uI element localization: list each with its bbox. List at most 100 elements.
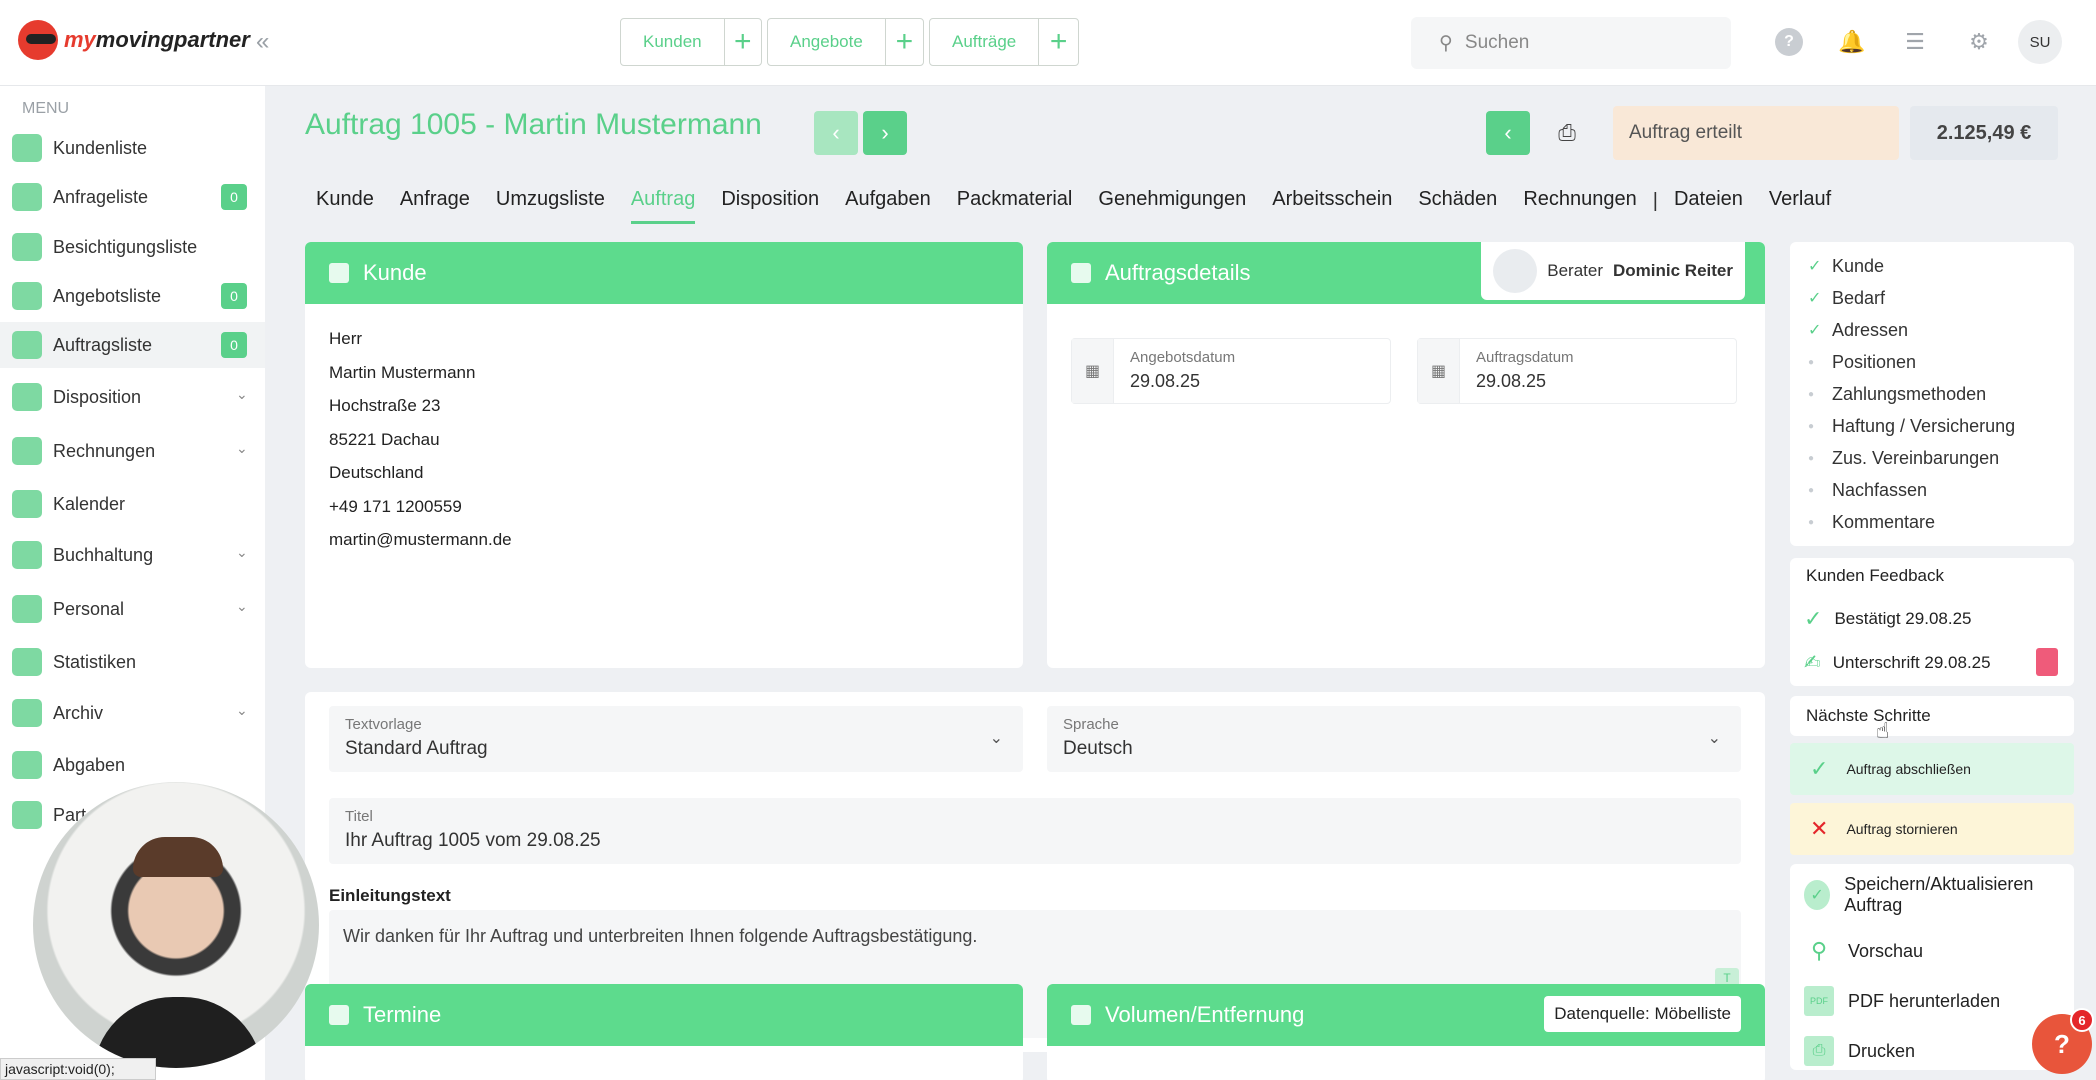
tab-schaeden[interactable]: Schäden bbox=[1418, 188, 1497, 224]
quick-auftraege-link[interactable]: Aufträge bbox=[930, 32, 1038, 52]
phone[interactable]: +49 171 1200559 bbox=[329, 490, 999, 524]
inbox-icon bbox=[12, 183, 42, 211]
tab-divider: | bbox=[1652, 189, 1658, 212]
help-chat-button[interactable]: ? 6 bbox=[2032, 1008, 2094, 1074]
add-auftrag-plus-icon[interactable]: + bbox=[1038, 19, 1078, 65]
logo[interactable]: mymovingpartner bbox=[18, 20, 250, 60]
button-label: Drucken bbox=[1848, 1040, 1916, 1061]
calendar-icon: ▦ bbox=[1418, 339, 1460, 403]
checklist-item[interactable]: ● Kommentare bbox=[1790, 506, 2074, 538]
button-label: Auftrag stornieren bbox=[1846, 821, 1958, 837]
sidebar-item-buchhaltung[interactable]: Buchhaltung ⌄ bbox=[0, 532, 265, 578]
sidebar-item-disposition[interactable]: Disposition ⌄ bbox=[0, 374, 265, 420]
salutation: Herr bbox=[329, 329, 363, 348]
checklist-item[interactable]: ● Zahlungsmethoden bbox=[1790, 378, 2074, 410]
checklist-item[interactable]: ● Nachfassen bbox=[1790, 474, 2074, 506]
tab-packmaterial[interactable]: Packmaterial bbox=[957, 188, 1073, 224]
sidebar-item-kalender[interactable]: Kalender bbox=[0, 481, 265, 527]
sidebar-item-rechnungen[interactable]: Rechnungen ⌄ bbox=[0, 428, 265, 474]
kunde-card-header: Kunde bbox=[305, 242, 1023, 304]
add-angebot-plus-icon[interactable]: + bbox=[884, 19, 923, 65]
sidebar-item-abgaben[interactable]: Abgaben bbox=[0, 742, 265, 788]
sidebar-item-personal[interactable]: Personal ⌄ bbox=[0, 586, 265, 632]
sidebar-item-angebotsliste[interactable]: Angebotsliste 0 bbox=[0, 273, 265, 319]
textvorlage-select[interactable]: Textvorlage Standard Auftrag ⌄ bbox=[329, 706, 1023, 772]
save-update-button[interactable]: ✓ Speichern/Aktualisieren Auftrag bbox=[1804, 874, 2064, 916]
tab-arbeitsschein[interactable]: Arbeitsschein bbox=[1272, 188, 1392, 224]
document-icon bbox=[12, 282, 42, 310]
chevron-down-icon: ⌄ bbox=[236, 440, 248, 456]
logo-mark-icon bbox=[18, 20, 58, 60]
add-kunde-plus-icon[interactable]: + bbox=[723, 19, 761, 65]
titel-input[interactable]: Titel Ihr Auftrag 1005 vom 29.08.25 bbox=[329, 798, 1741, 864]
dot-icon: ● bbox=[1808, 484, 1815, 496]
print-button[interactable]: ⎙ Drucken bbox=[1804, 1036, 1915, 1066]
checklist-item[interactable]: ● Zus. Vereinbarungen bbox=[1790, 442, 2074, 474]
tab-rechnungen[interactable]: Rechnungen bbox=[1523, 188, 1636, 224]
check-icon: ✓ bbox=[1804, 606, 1823, 631]
collapse-sidebar-icon[interactable]: « bbox=[256, 28, 269, 56]
field-value: Ihr Auftrag 1005 vom 29.08.25 bbox=[345, 830, 601, 851]
berater-selector[interactable]: Berater Dominic Reiter bbox=[1481, 242, 1745, 300]
sidebar-item-archiv[interactable]: Archiv ⌄ bbox=[0, 690, 265, 736]
checklist-item[interactable]: ● Positionen bbox=[1790, 346, 2074, 378]
volumen-card: Volumen/Entfernung Datenquelle: Möbellis… bbox=[1047, 984, 1765, 1080]
sidebar-item-besichtigungsliste[interactable]: Besichtigungsliste bbox=[0, 224, 265, 270]
tasks-list-icon[interactable]: ☰ bbox=[1901, 28, 1929, 56]
gear-icon[interactable]: ⚙ bbox=[1965, 28, 1993, 56]
user-avatar[interactable]: SU bbox=[2018, 20, 2062, 64]
bell-icon[interactable]: 🔔 bbox=[1838, 28, 1866, 56]
print-icon[interactable]: ⎙ bbox=[1545, 111, 1589, 155]
feedback-title: Kunden Feedback bbox=[1806, 566, 1944, 585]
notification-count-badge: 6 bbox=[2070, 1008, 2094, 1032]
sidebar-item-anfrageliste[interactable]: Anfrageliste 0 bbox=[0, 174, 265, 220]
search-input[interactable]: ⚲ Suchen bbox=[1411, 17, 1731, 69]
email[interactable]: martin@mustermann.de bbox=[329, 523, 999, 557]
tab-verlauf[interactable]: Verlauf bbox=[1769, 188, 1831, 224]
next-record-button[interactable]: › bbox=[863, 111, 907, 155]
chevron-down-icon: ⌄ bbox=[236, 702, 248, 718]
prev-record-button[interactable]: ‹ bbox=[814, 111, 858, 155]
checklist-panel: ✓ Kunde ✓ Bedarf ✓ Adressen ● Positionen ● Za… bbox=[1790, 242, 2074, 546]
sidebar-item-statistiken[interactable]: Statistiken bbox=[0, 639, 265, 685]
next-steps-title: Nächste Schritte bbox=[1806, 706, 1931, 725]
berater-name: Dominic Reiter bbox=[1613, 261, 1733, 280]
tab-disposition[interactable]: Disposition bbox=[721, 188, 819, 224]
tab-anfrage[interactable]: Anfrage bbox=[400, 188, 470, 224]
checklist-item[interactable]: ✓ Adressen bbox=[1790, 314, 2074, 346]
preview-button[interactable]: ⚲ Vorschau bbox=[1804, 936, 1923, 966]
status-badge[interactable]: Auftrag erteilt bbox=[1613, 106, 1899, 160]
field-label: Auftragsdatum bbox=[1476, 349, 1574, 366]
field-label: Sprache bbox=[1063, 716, 1119, 733]
auftragsdatum-field[interactable]: ▦ Auftragsdatum 29.08.25 bbox=[1417, 338, 1737, 404]
sidebar-item-auftragsliste[interactable]: Auftragsliste 0 bbox=[0, 322, 265, 368]
postal-city: 85221 Dachau bbox=[329, 429, 440, 449]
datenquelle-button[interactable]: Datenquelle: Möbelliste bbox=[1544, 996, 1741, 1032]
sprache-select[interactable]: Sprache Deutsch ⌄ bbox=[1047, 706, 1741, 772]
help-icon[interactable]: ? bbox=[1775, 28, 1803, 56]
quick-kunden-link[interactable]: Kunden bbox=[621, 32, 724, 52]
auftrag-stornieren-button[interactable]: ✕ Auftrag stornieren bbox=[1790, 803, 2074, 855]
checklist-item[interactable]: ✓ Kunde bbox=[1790, 250, 2074, 282]
bar-chart-icon bbox=[12, 648, 42, 676]
checklist-item[interactable]: ✓ Bedarf bbox=[1790, 282, 2074, 314]
trash-icon[interactable] bbox=[2036, 648, 2058, 676]
money-icon bbox=[12, 437, 42, 465]
angebotsdatum-field[interactable]: ▦ Angebotsdatum 29.08.25 bbox=[1071, 338, 1391, 404]
sidebar-item-label: Besichtigungsliste bbox=[53, 236, 198, 257]
back-button[interactable]: ‹ bbox=[1486, 111, 1530, 155]
check-icon: ✓ bbox=[1808, 290, 1822, 307]
tab-genehmigungen[interactable]: Genehmigungen bbox=[1098, 188, 1246, 224]
pdf-download-button[interactable]: PDF PDF herunterladen bbox=[1804, 986, 2000, 1016]
tab-kunde[interactable]: Kunde bbox=[316, 188, 374, 224]
tab-umzugsliste[interactable]: Umzugsliste bbox=[496, 188, 605, 224]
tab-aufgaben[interactable]: Aufgaben bbox=[845, 188, 931, 224]
sidebar-item-label: Rechnungen bbox=[53, 440, 156, 461]
quick-angebote-link[interactable]: Angebote bbox=[768, 32, 885, 52]
checklist-item[interactable]: ● Haftung / Versicherung bbox=[1790, 410, 2074, 442]
tab-auftrag[interactable]: Auftrag bbox=[630, 188, 696, 224]
sidebar-item-kundenliste[interactable]: Kundenliste bbox=[0, 125, 265, 171]
tab-dateien[interactable]: Dateien bbox=[1674, 188, 1743, 224]
auftrag-abschliessen-button[interactable]: ✓ Auftrag abschließen bbox=[1790, 743, 2074, 795]
termine-card-header: Termine bbox=[305, 984, 1023, 1046]
